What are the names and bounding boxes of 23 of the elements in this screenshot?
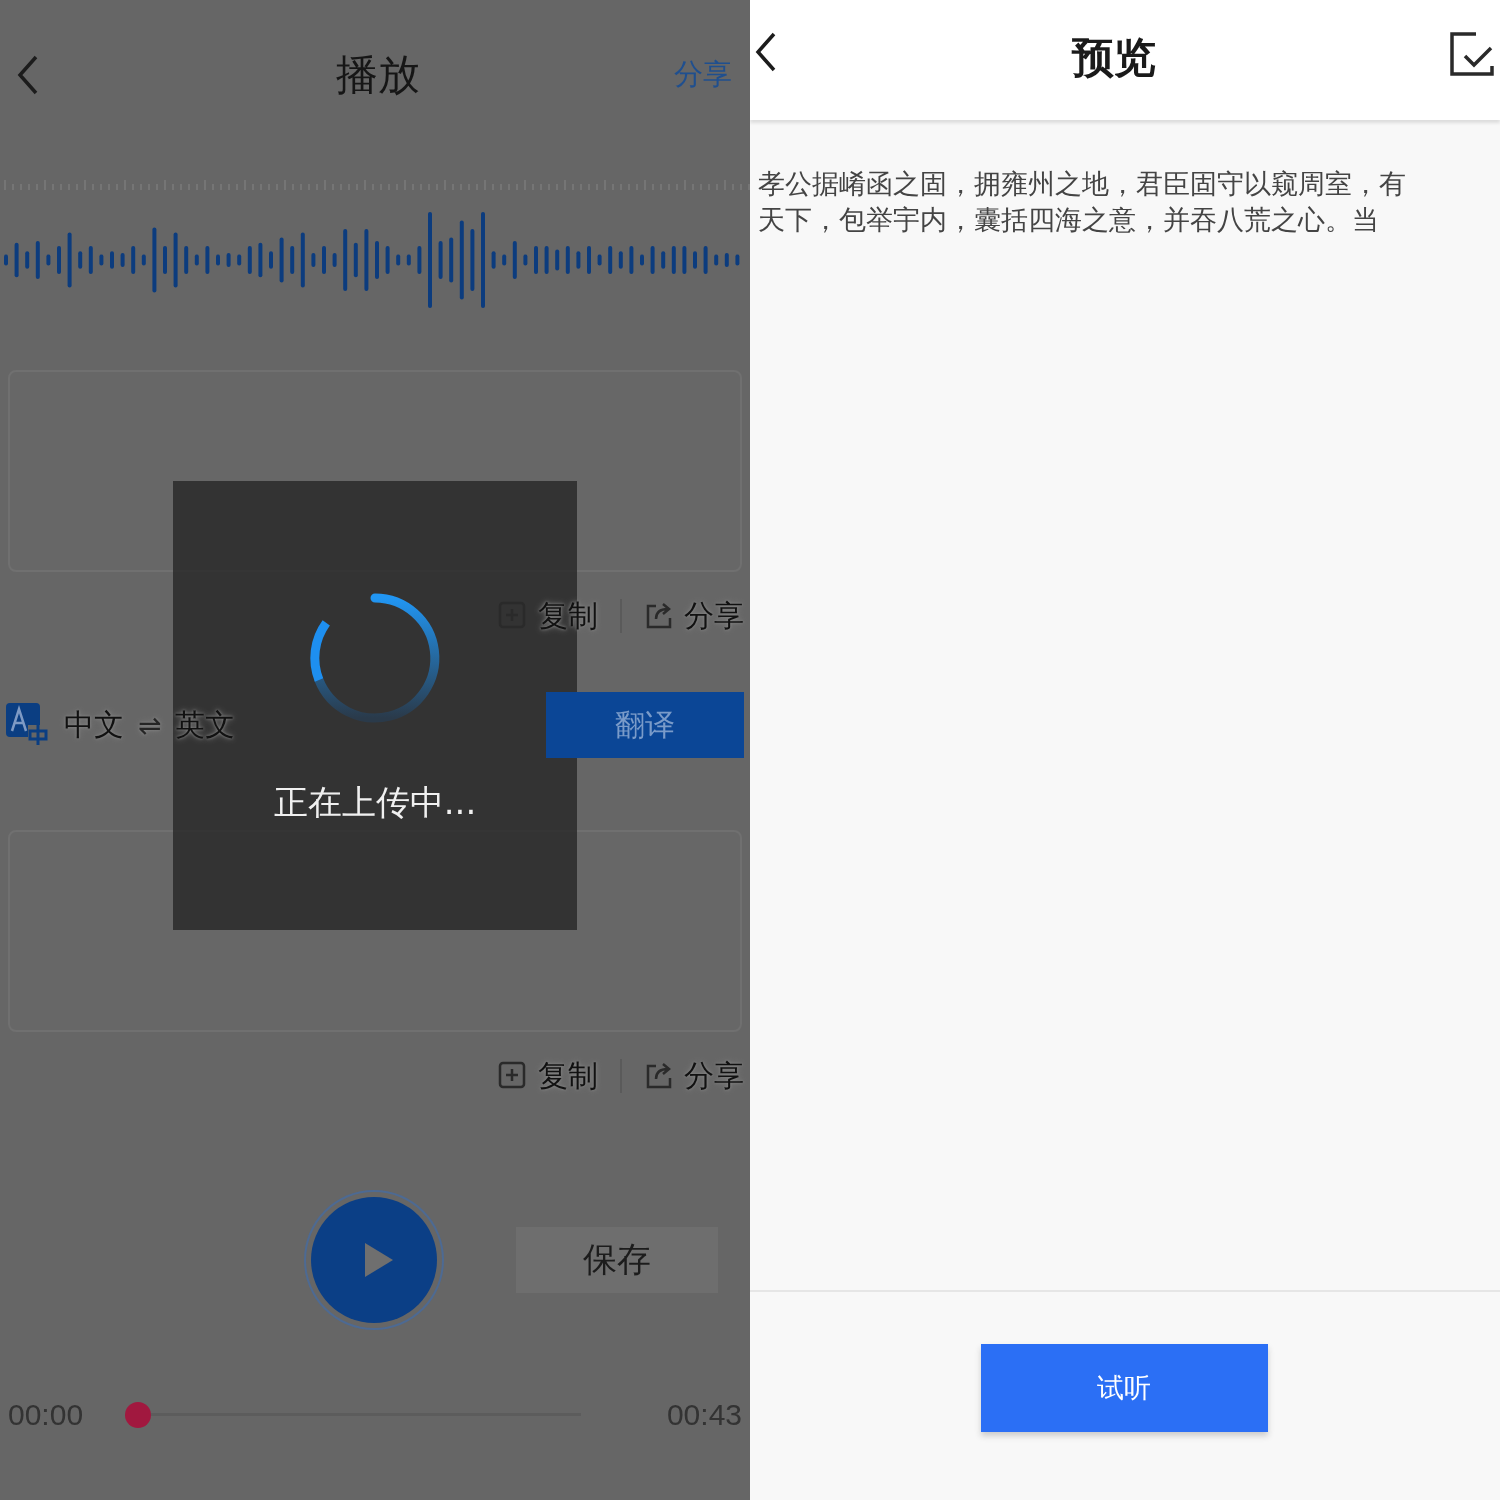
save-button[interactable]: 保存 bbox=[516, 1227, 718, 1293]
share-icon bbox=[644, 601, 674, 631]
slider-thumb[interactable] bbox=[125, 1402, 152, 1428]
translate-icon bbox=[6, 703, 50, 747]
preview-text-line: 天下，包举宇内，囊括四海之意，并吞八荒之心。当 bbox=[758, 203, 1380, 237]
copy-button[interactable]: 复制 bbox=[498, 595, 598, 637]
swap-button[interactable]: ⇌ bbox=[138, 708, 162, 742]
screen-title: 预览 bbox=[1072, 32, 1156, 84]
copy-button[interactable]: 复制 bbox=[498, 1055, 598, 1097]
listen-button[interactable]: 试听 bbox=[980, 1344, 1268, 1432]
target-language[interactable]: 英文 bbox=[175, 704, 236, 746]
loading-message: 正在上传中... bbox=[273, 781, 477, 824]
preview-text-line: 孝公据崤函之固，拥雍州之地，君臣固守以窥周室，有 bbox=[758, 167, 1407, 201]
screen-title: 播放 bbox=[336, 49, 420, 101]
share-icon bbox=[644, 1061, 674, 1091]
copy-icon bbox=[498, 1061, 528, 1091]
share-button[interactable]: 分享 bbox=[644, 1055, 744, 1097]
confirm-button[interactable] bbox=[1448, 30, 1496, 78]
checkbox-icon bbox=[1448, 30, 1496, 78]
translate-button[interactable]: 翻译 bbox=[546, 692, 744, 758]
play-icon bbox=[363, 1241, 395, 1279]
share-button[interactable]: 分享 bbox=[644, 595, 744, 637]
source-language[interactable]: 中文 bbox=[64, 704, 124, 746]
